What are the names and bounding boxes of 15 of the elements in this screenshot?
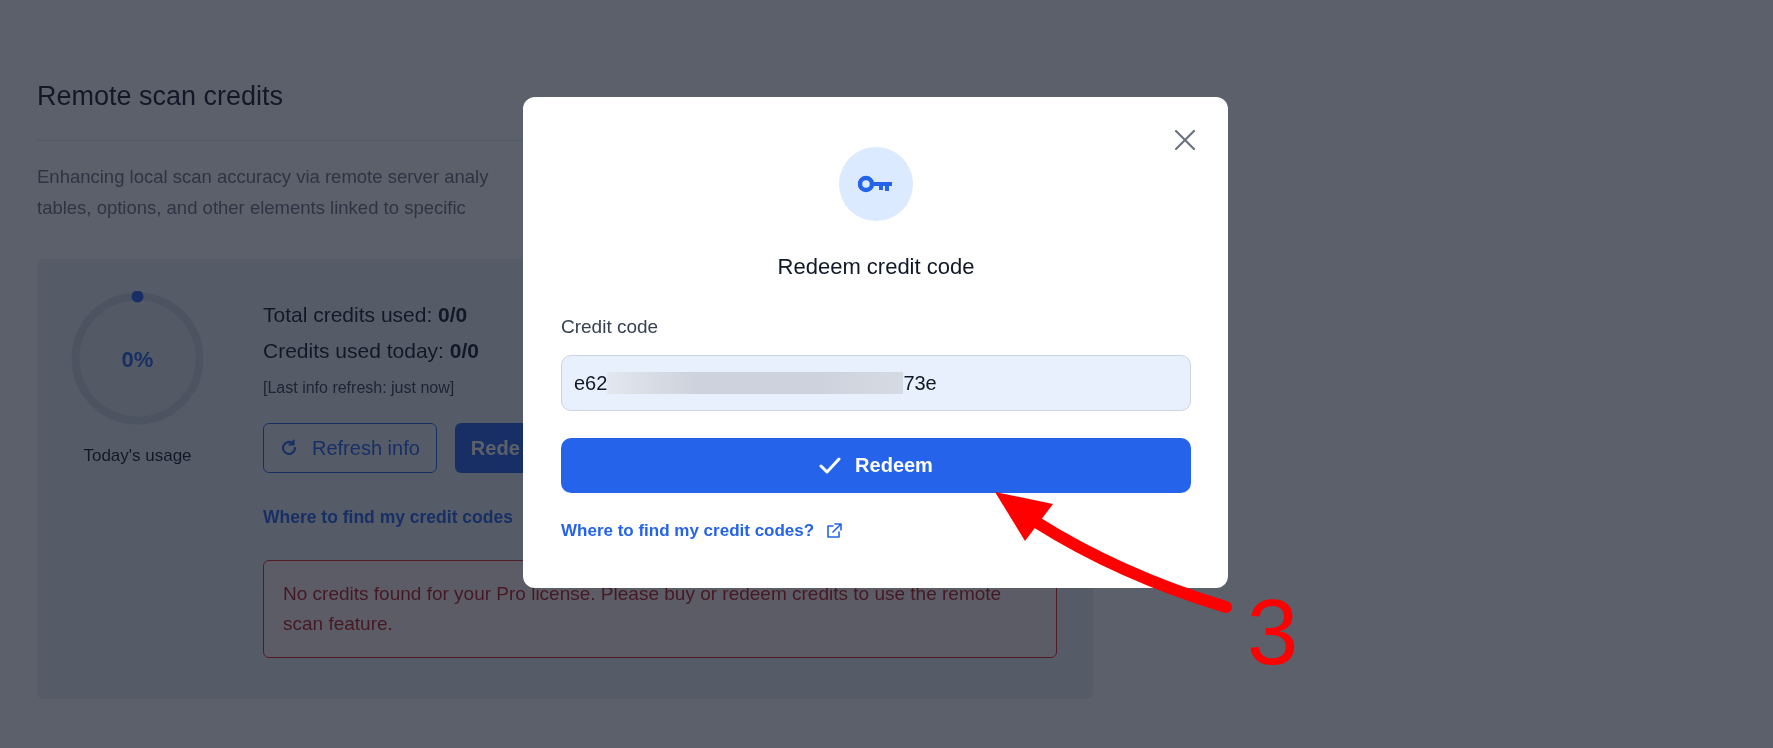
stat-line: Credits used today: 0/0 (263, 338, 479, 364)
redeem-button[interactable]: Redeem (561, 438, 1191, 493)
field-label: Credit code (561, 315, 660, 339)
help-link[interactable]: Where to find my credit codes? (561, 521, 843, 541)
gauge-caption: Today's usage (83, 446, 192, 466)
section-title: Remote scan credits (37, 80, 284, 113)
refresh-note: [Last info refresh: just now] (263, 378, 455, 398)
stat-line: Total credits used: 0/0 (263, 302, 468, 328)
step-number: 3 (1247, 590, 1299, 674)
check-icon (819, 457, 842, 474)
dialog-title: Redeem credit code (777, 253, 975, 281)
refresh-icon (280, 439, 298, 457)
credit-code-field[interactable]: e62 73e (561, 355, 1191, 411)
external-link-icon (826, 523, 843, 539)
usage-percent: 0% (121, 347, 154, 374)
